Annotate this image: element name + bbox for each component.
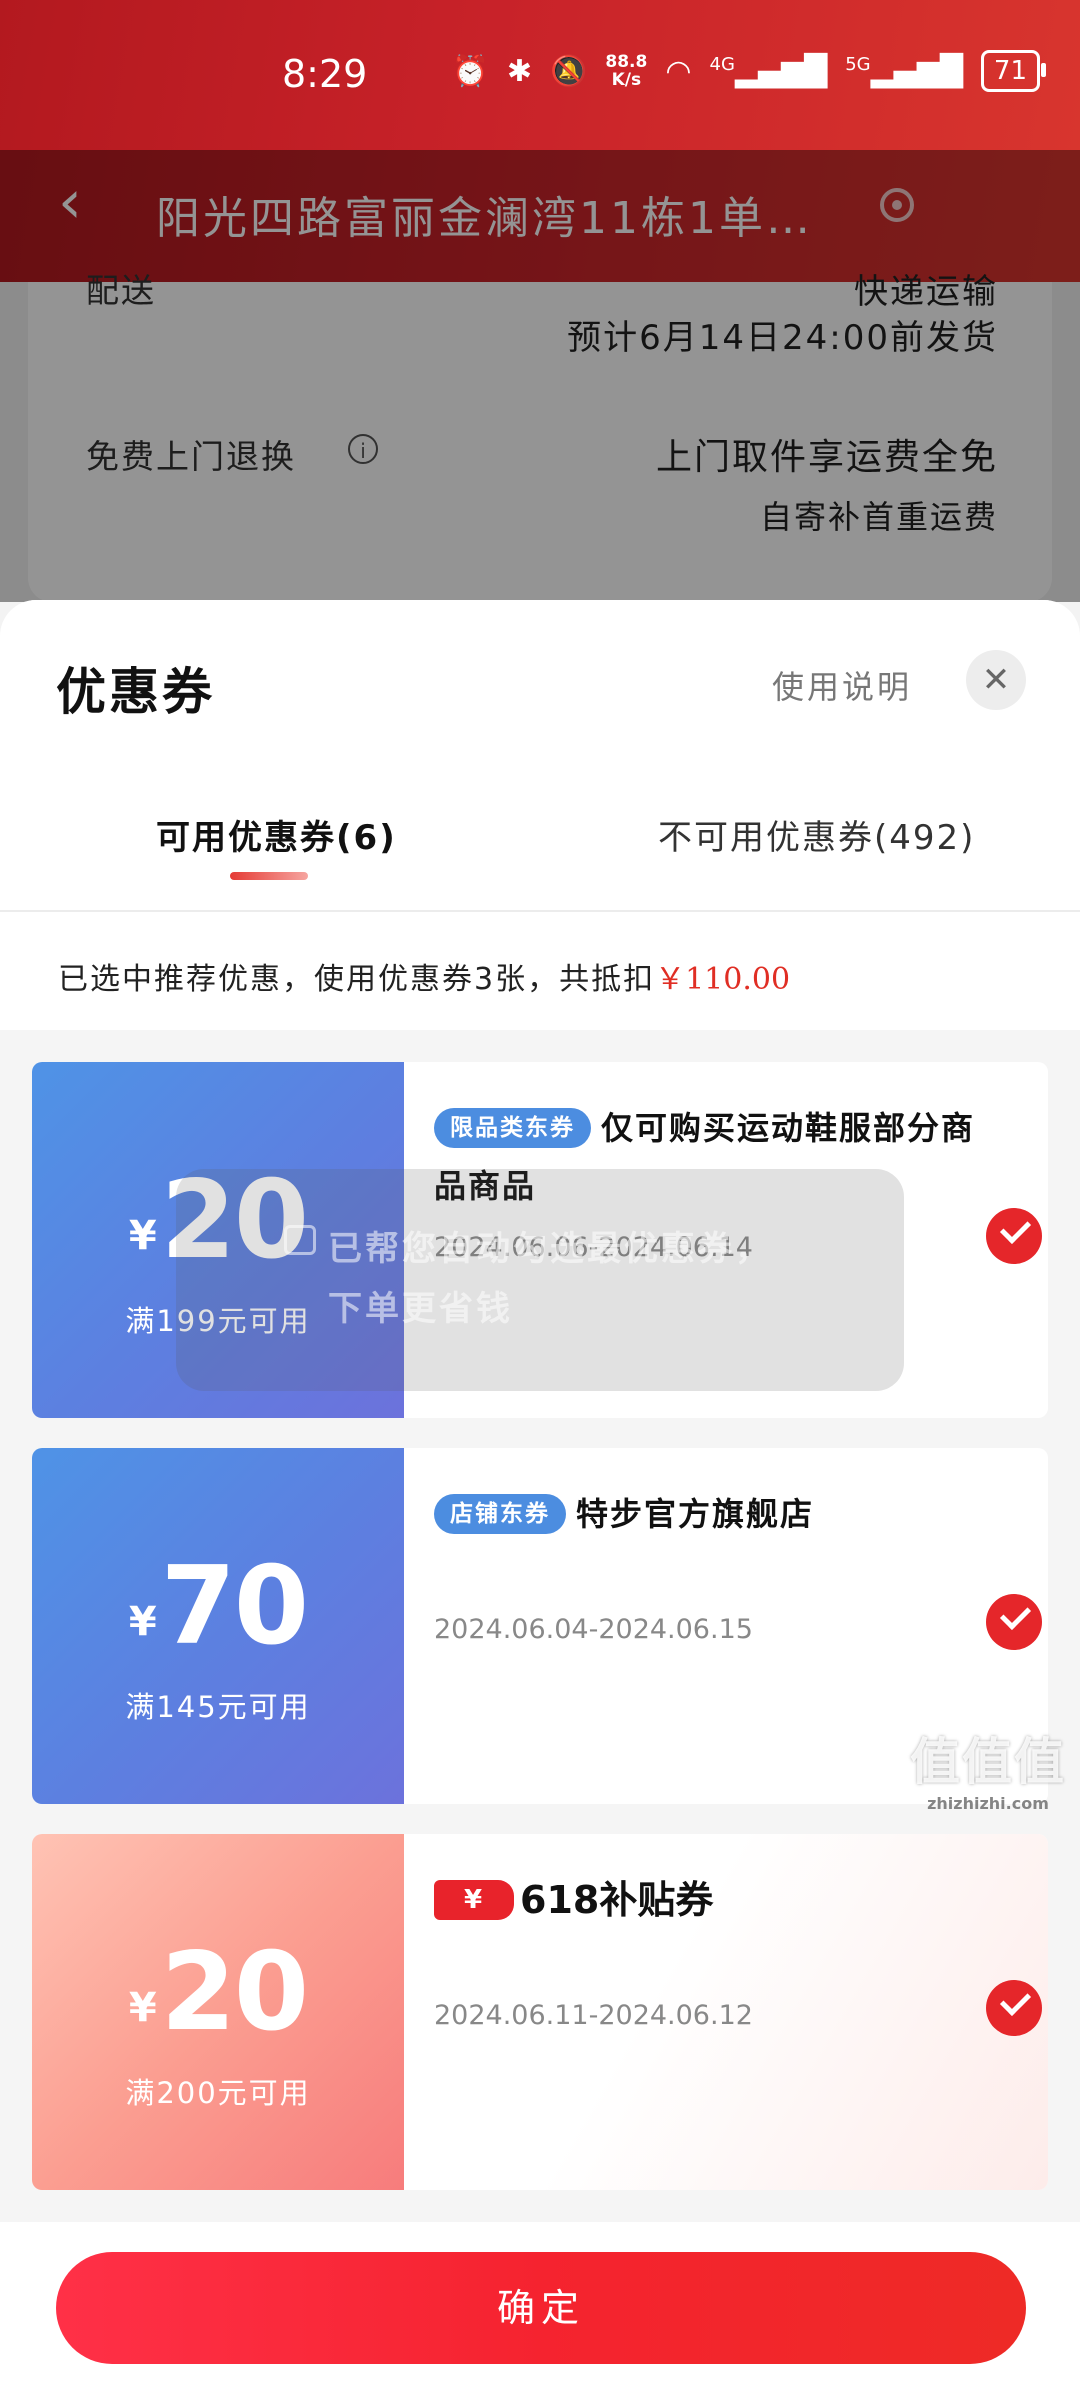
coupon-title-text: 618补贴券 <box>520 1878 714 1922</box>
return-label: 免费上门退换 <box>86 437 296 476</box>
coupon-title: 店铺东券 特步官方旗舰店 <box>434 1484 994 1542</box>
delivery-estimate: 预计6月14日24:00前发货 <box>567 318 998 358</box>
network-speed-value: 88.8 <box>605 52 648 72</box>
tab-available-coupons[interactable]: 可用优惠券(6) <box>156 810 397 859</box>
coupon-sheet: 优惠券 使用说明 ✕ 可用优惠券(6) 不可用优惠券(492) 已选中推荐优惠，… <box>0 600 1080 2400</box>
bluetooth-icon: ✱ <box>506 53 532 89</box>
currency-symbol: ¥ <box>128 1985 157 2031</box>
delivery-card: 配送 快递运输 预计6月14日24:00前发货 免费上门退换 i 上门取件享运费… <box>28 271 1052 602</box>
watermark-logo: 值值值 <box>910 1733 1066 1791</box>
page-header: ‹ 阳光四路富丽金澜湾11栋1单… <box>0 150 1080 282</box>
coupon-icon <box>284 1225 316 1255</box>
usage-instructions-link[interactable]: 使用说明 <box>772 662 912 708</box>
status-icons: ⏰ ✱ 🔕 88.8 K/s ◠ 4G▂▄▆█ 5G▂▄▆█ 71 <box>451 50 1047 92</box>
return-sub: 自寄补首重运费 <box>759 498 998 536</box>
currency-symbol: ¥ <box>128 1213 157 1259</box>
coupon-amount-value: 70 <box>160 1544 309 1669</box>
confirm-button[interactable]: 确定 <box>56 2252 1026 2364</box>
close-button[interactable]: ✕ <box>966 650 1026 710</box>
coupon-value-panel: ¥70 满145元可用 <box>32 1448 404 1804</box>
order-page-background: 配送 快递运输 预计6月14日24:00前发货 免费上门退换 i 上门取件享运费… <box>0 271 1080 602</box>
summary-text: 已选中推荐优惠，使用优惠券3张，共抵扣￥110.00 <box>58 954 790 998</box>
alarm-icon: ⏰ <box>451 53 489 89</box>
summary-amount: ￥110.00 <box>655 962 791 997</box>
subsidy-badge-icon: ¥ <box>434 1880 514 1920</box>
delivery-value: 快递运输 <box>854 272 998 312</box>
location-icon[interactable] <box>880 188 914 222</box>
coupon-threshold: 满200元可用 <box>125 2076 311 2110</box>
status-time: 8:29 <box>282 52 368 96</box>
network-speed-unit: K/s <box>611 70 642 90</box>
watermark: 值值值 zhizhizhi.com <box>910 1722 1066 1813</box>
signal-5g-icon: 5G▂▄▆█ <box>845 53 963 89</box>
active-tab-indicator <box>230 872 308 880</box>
watermark-url: zhizhizhi.com <box>927 1794 1049 1813</box>
address-title[interactable]: 阳光四路富丽金澜湾11栋1单… <box>156 182 856 246</box>
signal-5g-label: 5G <box>845 53 871 75</box>
sheet-title: 优惠券 <box>56 663 215 721</box>
selected-check-icon[interactable] <box>986 1208 1042 1264</box>
coupon-info-panel: ¥618补贴券 2024.06.11-2024.06.12 <box>404 1834 1048 2190</box>
status-bar: 8:29 ⏰ ✱ 🔕 88.8 K/s ◠ 4G▂▄▆█ 5G▂▄▆█ 71 <box>0 0 1080 150</box>
signal-4g-icon: 4G▂▄▆█ <box>709 53 828 89</box>
coupon-threshold: 满145元可用 <box>125 1690 311 1724</box>
toast-text: 已帮您自动勾选最优惠券，下单更省钱 <box>328 1229 772 1329</box>
summary-prefix: 已选中推荐优惠，使用优惠券3张，共抵扣 <box>58 962 656 997</box>
battery-icon: 71 <box>980 50 1047 92</box>
coupon-value-panel: ¥20 满200元可用 <box>32 1834 404 2190</box>
coupon-validity: 2024.06.11-2024.06.12 <box>434 2000 753 2031</box>
signal-4g-label: 4G <box>709 53 735 75</box>
coupon-type-tag: 限品类东券 <box>434 1108 591 1148</box>
info-icon[interactable]: i <box>348 434 378 464</box>
currency-symbol: ¥ <box>128 1599 157 1645</box>
coupon-amount-value: 20 <box>160 1930 309 2055</box>
selected-check-icon[interactable] <box>986 1980 1042 2036</box>
coupon-card[interactable]: ¥20 满200元可用 ¥618补贴券 2024.06.11-2024.06.1… <box>32 1834 1048 2190</box>
selected-check-icon[interactable] <box>986 1594 1042 1650</box>
tab-unavailable-coupons[interactable]: 不可用优惠券(492) <box>658 810 975 859</box>
coupon-card[interactable]: ¥70 满145元可用 店铺东券 特步官方旗舰店 2024.06.04-2024.… <box>32 1448 1048 1804</box>
sheet-header: 优惠券 使用说明 ✕ 可用优惠券(6) 不可用优惠券(492) <box>0 600 1080 910</box>
mute-icon: 🔕 <box>550 53 588 89</box>
coupon-amount: ¥70 <box>32 1544 404 1669</box>
close-icon: ✕ <box>981 660 1011 700</box>
auto-select-toast: 已帮您自动勾选最优惠券，下单更省钱 <box>176 1169 904 1391</box>
coupon-title: ¥618补贴券 <box>434 1870 994 1928</box>
coupon-validity: 2024.06.04-2024.06.15 <box>434 1614 753 1645</box>
delivery-label: 配送 <box>86 271 156 310</box>
selection-summary: 已选中推荐优惠，使用优惠券3张，共抵扣￥110.00 <box>0 912 1080 1030</box>
return-value: 上门取件享运费全免 <box>655 437 998 478</box>
wifi-icon: ◠ <box>665 53 692 89</box>
sheet-footer: 确定 <box>0 2222 1080 2400</box>
coupon-type-tag: 店铺东券 <box>434 1494 566 1534</box>
back-icon[interactable]: ‹ <box>58 172 82 232</box>
coupon-amount: ¥20 <box>32 1930 404 2055</box>
coupon-title-text: 特步官方旗舰店 <box>576 1495 815 1533</box>
network-speed: 88.8 K/s <box>605 53 647 89</box>
